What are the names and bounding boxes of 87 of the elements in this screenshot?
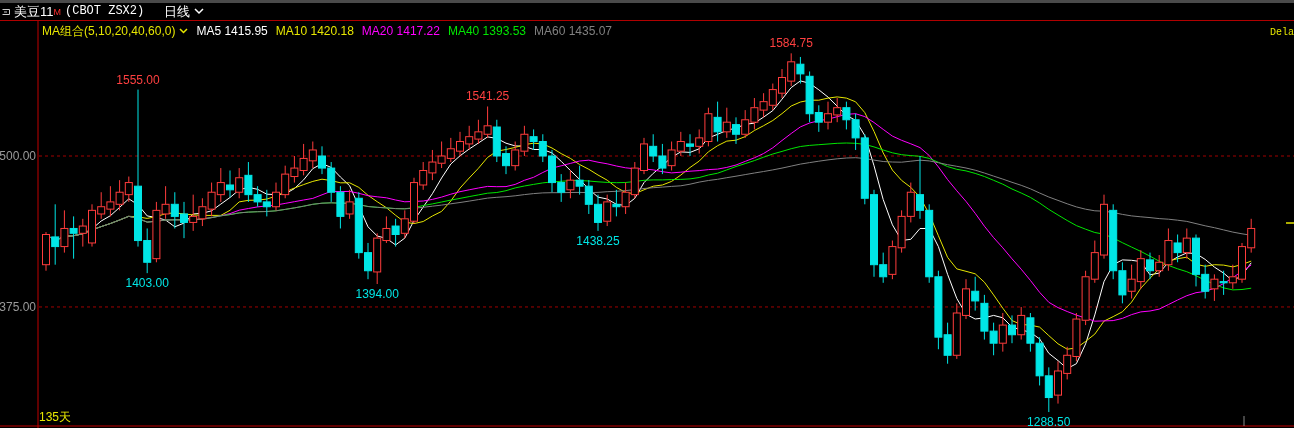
candlestick xyxy=(603,194,612,227)
candlestick xyxy=(474,119,483,145)
candlestick xyxy=(621,182,630,215)
candlestick xyxy=(115,179,124,211)
candlestick xyxy=(235,167,244,199)
candlestick xyxy=(842,101,851,130)
candlestick xyxy=(575,165,584,196)
candlestick xyxy=(768,83,777,111)
candlestick xyxy=(897,209,906,254)
candlestick xyxy=(437,141,446,169)
candlestick xyxy=(649,133,658,163)
candlestick xyxy=(750,97,759,130)
candlestick xyxy=(327,161,336,203)
low-price-label: 1288.50 xyxy=(1027,415,1071,428)
candlestick xyxy=(584,179,593,215)
low-price-label: 1394.00 xyxy=(355,287,399,301)
candlestick xyxy=(189,194,198,232)
candlestick xyxy=(336,185,345,229)
candlestick xyxy=(60,209,69,254)
candlestick xyxy=(989,322,998,356)
candlestick xyxy=(667,141,676,171)
chevron-down-icon[interactable] xyxy=(179,28,189,34)
panel-icon[interactable] xyxy=(2,7,10,16)
ma-legend-value: MA10 1420.18 xyxy=(275,23,354,39)
ma-legend-value: MA20 1417.22 xyxy=(361,23,440,39)
high-price-label: 1555.00 xyxy=(116,72,160,87)
candlestick xyxy=(198,197,207,227)
candlestick xyxy=(207,182,216,217)
candlestick xyxy=(1017,306,1026,341)
period-label[interactable]: 日线 xyxy=(164,3,191,20)
ma-legend-value: MA5 1415.95 xyxy=(196,23,268,39)
candlestick xyxy=(833,97,842,123)
candlestick xyxy=(106,185,115,217)
candlestick xyxy=(465,125,474,151)
candlestick xyxy=(787,52,796,87)
candlestick xyxy=(299,143,308,176)
candlestick xyxy=(759,92,768,118)
candlestick xyxy=(290,155,299,184)
candlestick xyxy=(1026,312,1035,353)
candlestick xyxy=(1044,366,1053,413)
low-price-label: 1403.00 xyxy=(125,276,169,291)
candlestick xyxy=(1035,336,1044,386)
high-price-label: 1541.25 xyxy=(465,89,510,104)
ma-legend-value: MA60 1435.07 xyxy=(534,23,613,39)
status-text: Dela xyxy=(1270,26,1294,40)
tick-mark xyxy=(1243,415,1245,427)
candlestick xyxy=(980,294,989,341)
candlestick xyxy=(529,128,538,151)
day-count-label: 135天 xyxy=(39,410,72,424)
candlestick xyxy=(520,125,529,157)
candlestick xyxy=(741,109,750,139)
candlestick xyxy=(511,141,520,171)
symbol-name: 美豆11 xyxy=(14,3,54,20)
candlestick xyxy=(428,149,437,181)
candlestick xyxy=(1127,264,1136,299)
candlestick xyxy=(676,131,685,157)
candlestick xyxy=(262,189,271,217)
candlestick xyxy=(483,106,492,139)
candlestick xyxy=(630,161,639,199)
candlestick xyxy=(658,143,667,175)
candlestick xyxy=(308,141,317,169)
candlestick xyxy=(612,189,621,217)
high-price-label: 1584.75 xyxy=(769,36,813,51)
candlestick xyxy=(566,170,575,199)
candlestick xyxy=(971,276,980,312)
candlestick xyxy=(1210,273,1219,302)
candlestick xyxy=(1219,270,1228,296)
candlestick xyxy=(888,240,897,280)
ma-group-selector[interactable]: MA组合(5,10,20,40,60,0) xyxy=(42,23,176,39)
contract-marker: M xyxy=(53,6,61,17)
candlestick xyxy=(170,191,179,229)
price-marker xyxy=(1285,222,1294,224)
candlestick xyxy=(722,107,731,139)
candlestick xyxy=(446,137,455,163)
y-axis-label: 375.00 xyxy=(0,299,36,314)
candlestick xyxy=(1081,270,1090,326)
candlestick xyxy=(281,165,290,199)
low-price-label: 1438.25 xyxy=(576,233,620,248)
candlestick xyxy=(713,101,722,142)
candlestick xyxy=(998,312,1007,353)
candlestick xyxy=(216,167,225,203)
contract-code: (CBOT ZSX2) xyxy=(65,3,145,20)
candlestick xyxy=(1247,218,1256,254)
ma-legend-value: MA40 1393.53 xyxy=(447,23,526,39)
candlestick xyxy=(391,218,400,248)
y-axis-label: 500.00 xyxy=(0,149,36,163)
candlestick xyxy=(952,302,961,360)
